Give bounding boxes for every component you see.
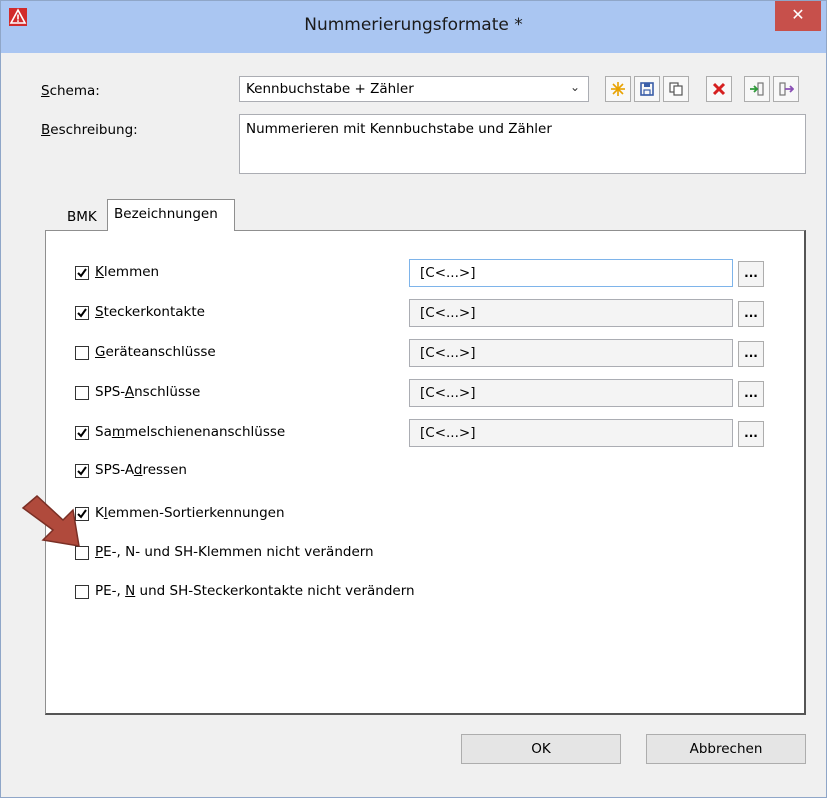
checkbox-sammelschienenanschluesse[interactable] [75, 426, 89, 440]
row-label: SPS-Adressen [95, 462, 187, 478]
row-label: Geräteanschlüsse [95, 344, 216, 360]
delete-schema-button[interactable] [706, 76, 732, 102]
checkmark-icon [77, 428, 87, 438]
browse-button[interactable]: ... [738, 261, 764, 287]
window-title: Nummerierungsformate * [304, 15, 523, 35]
cancel-button[interactable]: Abbrechen [646, 734, 806, 764]
row-label: PE-, N- und SH-Klemmen nicht verändern [95, 544, 374, 560]
checkbox-pe-n-sh-steckerkontakte[interactable] [75, 585, 89, 599]
row-label: PE-, N und SH-Steckerkontakte nicht verä… [95, 583, 415, 599]
dialog-window: Nummerierungsformate * ✕ Schema: Kennbuc… [0, 0, 827, 798]
copy-icon [669, 82, 683, 96]
floppy-icon [640, 82, 654, 96]
format-input-klemmen[interactable]: [C<...>] [409, 259, 733, 287]
checkbox-sps-adressen[interactable] [75, 464, 89, 478]
format-input-sps-anschluesse[interactable]: [C<...>] [409, 379, 733, 407]
row-label: Klemmen [95, 264, 160, 280]
copy-schema-button[interactable] [663, 76, 689, 102]
export-schema-button[interactable] [773, 76, 799, 102]
row-label: Steckerkontakte [95, 304, 205, 320]
tab-bezeichnungen[interactable]: Bezeichnungen [107, 199, 235, 231]
checkmark-icon [77, 466, 87, 476]
ok-button[interactable]: OK [461, 734, 621, 764]
close-button[interactable]: ✕ [775, 1, 821, 31]
row-label: SPS-Anschlüsse [95, 384, 201, 400]
schema-dropdown[interactable]: Kennbuchstabe + Zähler ⌄ [239, 76, 589, 102]
format-input-sammelschienenanschluesse[interactable]: [C<...>] [409, 419, 733, 447]
checkbox-geraeteanschluesse[interactable] [75, 346, 89, 360]
title-bar[interactable]: Nummerierungsformate * ✕ [1, 1, 826, 53]
import-icon [750, 82, 764, 96]
close-icon: ✕ [791, 5, 805, 24]
checkbox-steckerkontakte[interactable] [75, 306, 89, 320]
format-input-steckerkontakte[interactable]: [C<...>] [409, 299, 733, 327]
checkmark-icon [77, 308, 87, 318]
tab-bmk[interactable]: BMK [61, 204, 109, 230]
checkbox-sps-anschluesse[interactable] [75, 386, 89, 400]
browse-button[interactable]: ... [738, 301, 764, 327]
save-schema-button[interactable] [634, 76, 660, 102]
chevron-down-icon: ⌄ [569, 80, 580, 94]
sparkle-icon [611, 82, 625, 96]
new-schema-button[interactable] [605, 76, 631, 102]
beschreibung-input[interactable]: Nummerieren mit Kennbuchstabe und Zähler [239, 114, 806, 174]
checkbox-klemmen[interactable] [75, 266, 89, 280]
annotation-arrow-icon [21, 494, 80, 547]
browse-button[interactable]: ... [738, 421, 764, 447]
schema-value: Kennbuchstabe + Zähler [246, 81, 414, 97]
schema-label: Schema: [41, 83, 100, 99]
format-input-geraeteanschluesse[interactable]: [C<...>] [409, 339, 733, 367]
browse-button[interactable]: ... [738, 381, 764, 407]
beschreibung-label: Beschreibung: [41, 122, 138, 138]
import-schema-button[interactable] [744, 76, 770, 102]
row-label: Klemmen-Sortierkennungen [95, 505, 285, 521]
checkmark-icon [77, 268, 87, 278]
export-icon [779, 82, 794, 96]
delete-x-icon [712, 82, 726, 96]
row-label: Sammelschienenanschlüsse [95, 424, 286, 440]
browse-button[interactable]: ... [738, 341, 764, 367]
